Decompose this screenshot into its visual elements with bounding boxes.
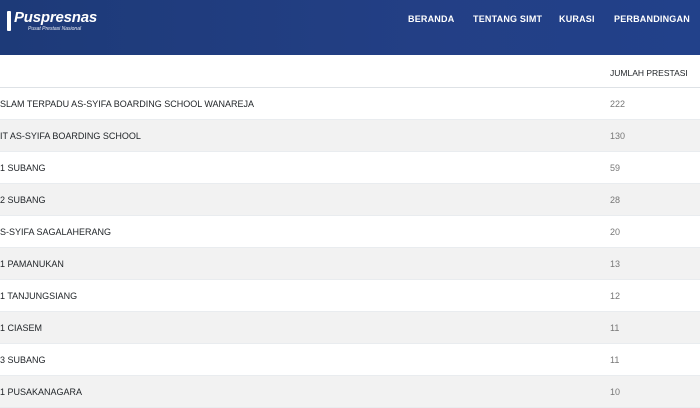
table-row[interactable]: SLAM TERPADU AS-SYIFA BOARDING SCHOOL WA… xyxy=(0,88,700,120)
school-name: 1 TANJUNGSIANG xyxy=(0,291,78,301)
table-row[interactable]: S-SYIFA SAGALAHERANG 20 xyxy=(0,216,700,248)
school-name: SLAM TERPADU AS-SYIFA BOARDING SCHOOL WA… xyxy=(0,99,255,109)
table-row[interactable]: 1 TANJUNGSIANG 12 xyxy=(0,280,700,312)
table-row[interactable]: 1 SUBANG 59 xyxy=(0,152,700,184)
school-name: 1 SUBANG xyxy=(0,163,46,173)
achievement-count: 130 xyxy=(610,131,626,141)
achievement-count: 12 xyxy=(610,291,621,301)
table-header: JUMLAH PRESTASI xyxy=(0,55,700,88)
school-name: 1 PUSAKANAGARA xyxy=(0,387,83,397)
school-name: 1 PAMANUKAN xyxy=(0,259,64,269)
table-row[interactable]: 2 SUBANG 28 xyxy=(0,184,700,216)
achievement-count: 20 xyxy=(610,227,621,237)
main-nav: BERANDA TENTANG SIMT KURASI PERBANDINGAN xyxy=(0,0,700,40)
table-row[interactable]: IT AS-SYIFA BOARDING SCHOOL 130 xyxy=(0,120,700,152)
school-name: 1 CIASEM xyxy=(0,323,43,333)
school-name: 2 SUBANG xyxy=(0,195,46,205)
achievement-count: 28 xyxy=(610,195,621,205)
achievement-count: 11 xyxy=(610,323,620,333)
school-name: IT AS-SYIFA BOARDING SCHOOL xyxy=(0,131,141,141)
school-name: 3 SUBANG xyxy=(0,355,46,365)
nav-perbandingan[interactable]: PERBANDINGAN xyxy=(614,14,690,24)
achievement-table: JUMLAH PRESTASI SLAM TERPADU AS-SYIFA BO… xyxy=(0,55,700,408)
table-row[interactable]: 1 PAMANUKAN 13 xyxy=(0,248,700,280)
school-name: S-SYIFA SAGALAHERANG xyxy=(0,227,112,237)
nav-tentang-simt[interactable]: TENTANG SIMT xyxy=(473,14,542,24)
nav-beranda[interactable]: BERANDA xyxy=(408,14,454,24)
nav-kurasi[interactable]: KURASI xyxy=(559,14,595,24)
achievement-count: 59 xyxy=(610,163,621,173)
achievement-count: 10 xyxy=(610,387,621,397)
achievement-count: 11 xyxy=(610,355,620,365)
column-header-jumlah-prestasi[interactable]: JUMLAH PRESTASI xyxy=(610,68,688,78)
table-row[interactable]: 1 CIASEM 11 xyxy=(0,312,700,344)
achievement-count: 13 xyxy=(610,259,621,269)
achievement-count: 222 xyxy=(610,99,626,109)
table-row[interactable]: 1 PUSAKANAGARA 10 xyxy=(0,376,700,408)
table-row[interactable]: 3 SUBANG 11 xyxy=(0,344,700,376)
top-navbar: Puspresnas Pusat Prestasi Nasional BERAN… xyxy=(0,0,700,55)
